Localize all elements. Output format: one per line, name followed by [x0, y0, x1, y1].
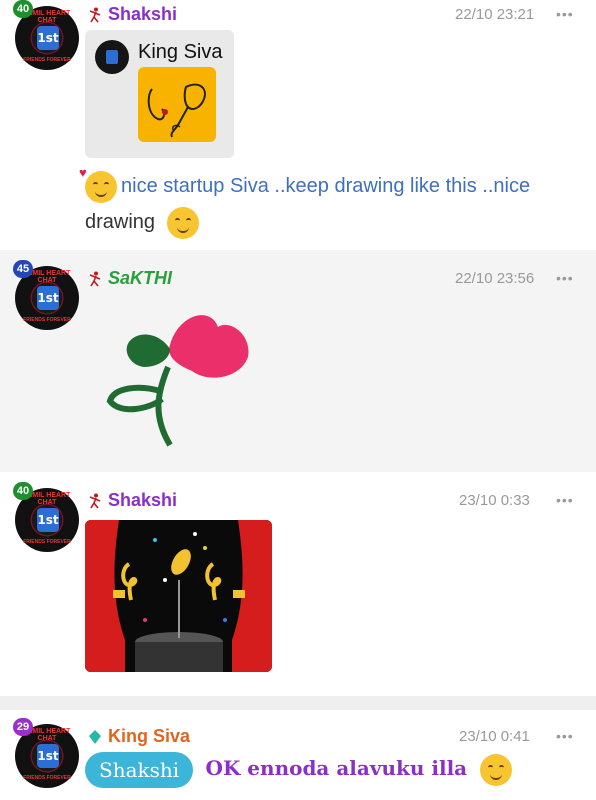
- level-badge: 45: [13, 260, 33, 278]
- more-options-icon[interactable]: •••: [556, 270, 574, 286]
- dancer-icon: [89, 493, 101, 508]
- sender-name-text: SaKTHI: [108, 268, 173, 288]
- message-time: 22/10 23:56: [455, 270, 535, 287]
- level-badge: 40: [13, 482, 33, 500]
- sender-name[interactable]: SaKTHI: [88, 268, 172, 289]
- sender-name[interactable]: Shakshi: [88, 490, 177, 511]
- avatar-center-text: 1st: [37, 508, 59, 532]
- avatar-bottom-text: FRIENDS FOREVER: [23, 317, 71, 323]
- message-4: TAMIL HEART CHAT 1st FRIENDS FOREVER 29 …: [0, 710, 596, 800]
- avatar[interactable]: TAMIL HEART CHAT 1st FRIENDS FOREVER 40: [13, 482, 79, 552]
- mention-chip[interactable]: Shakshi: [85, 751, 194, 788]
- message-text: ♥ nice startup Siva ..keep drawing like t…: [79, 166, 575, 240]
- rose-drawing-image[interactable]: [100, 305, 260, 455]
- avatar-bottom-text: FRIENDS FOREVER: [23, 775, 71, 781]
- quoted-message[interactable]: King Siva: [85, 30, 234, 158]
- message-1: TAMIL HEART CHAT 1st FRIENDS FOREVER 40 …: [0, 0, 596, 250]
- message-time: 22/10 23:21: [455, 6, 535, 23]
- message-text: Shakshi OK ennoda alavuku illa: [85, 750, 516, 788]
- message-text-line1: nice startup Siva ..keep drawing like th…: [121, 175, 531, 197]
- message-time: 23/10 0:41: [459, 728, 530, 745]
- quoted-avatar: [95, 40, 129, 74]
- level-badge: 40: [13, 0, 33, 18]
- avatar[interactable]: TAMIL HEART CHAT 1st FRIENDS FOREVER 45: [13, 260, 79, 330]
- sender-name-text: Shakshi: [108, 4, 178, 24]
- dancer-icon: [89, 7, 101, 22]
- more-options-icon[interactable]: •••: [556, 728, 574, 744]
- sender-name-text: King Siva: [108, 726, 191, 746]
- quoted-drawing-image[interactable]: [138, 67, 216, 142]
- dancer-icon: [89, 271, 101, 286]
- avatar-center-text: 1st: [37, 26, 59, 50]
- gem-icon: [89, 729, 101, 744]
- message-text-line2: drawing: [85, 211, 156, 233]
- avatar-center-text: 1st: [37, 286, 59, 310]
- avatar[interactable]: TAMIL HEART CHAT 1st FRIENDS FOREVER 40: [13, 0, 79, 70]
- smiling-blush-emoji: [166, 206, 199, 239]
- quoted-name: King Siva: [138, 41, 223, 63]
- avatar-bottom-text: FRIENDS FOREVER: [23, 57, 71, 63]
- avatar[interactable]: TAMIL HEART CHAT 1st FRIENDS FOREVER 29: [13, 718, 79, 788]
- stage-microphone-image[interactable]: [85, 520, 272, 672]
- level-badge: 29: [13, 718, 33, 736]
- laughing-tears-emoji: [479, 753, 512, 786]
- sender-name[interactable]: Shakshi: [88, 4, 177, 25]
- separator: [0, 696, 596, 710]
- message-2: TAMIL HEART CHAT 1st FRIENDS FOREVER 45 …: [0, 250, 596, 472]
- message-3: TAMIL HEART CHAT 1st FRIENDS FOREVER 40 …: [0, 472, 596, 696]
- avatar-bottom-text: FRIENDS FOREVER: [23, 539, 71, 545]
- message-time: 23/10 0:33: [459, 492, 530, 509]
- more-options-icon[interactable]: •••: [556, 492, 574, 508]
- more-options-icon[interactable]: •••: [556, 6, 574, 22]
- avatar-center-text: 1st: [37, 744, 59, 768]
- smiling-face-with-hearts-emoji: ♥: [79, 166, 117, 203]
- sender-name[interactable]: King Siva: [88, 726, 190, 747]
- sender-name-text: Shakshi: [108, 490, 178, 510]
- message-text-body: OK ennoda alavuku illa: [205, 756, 468, 780]
